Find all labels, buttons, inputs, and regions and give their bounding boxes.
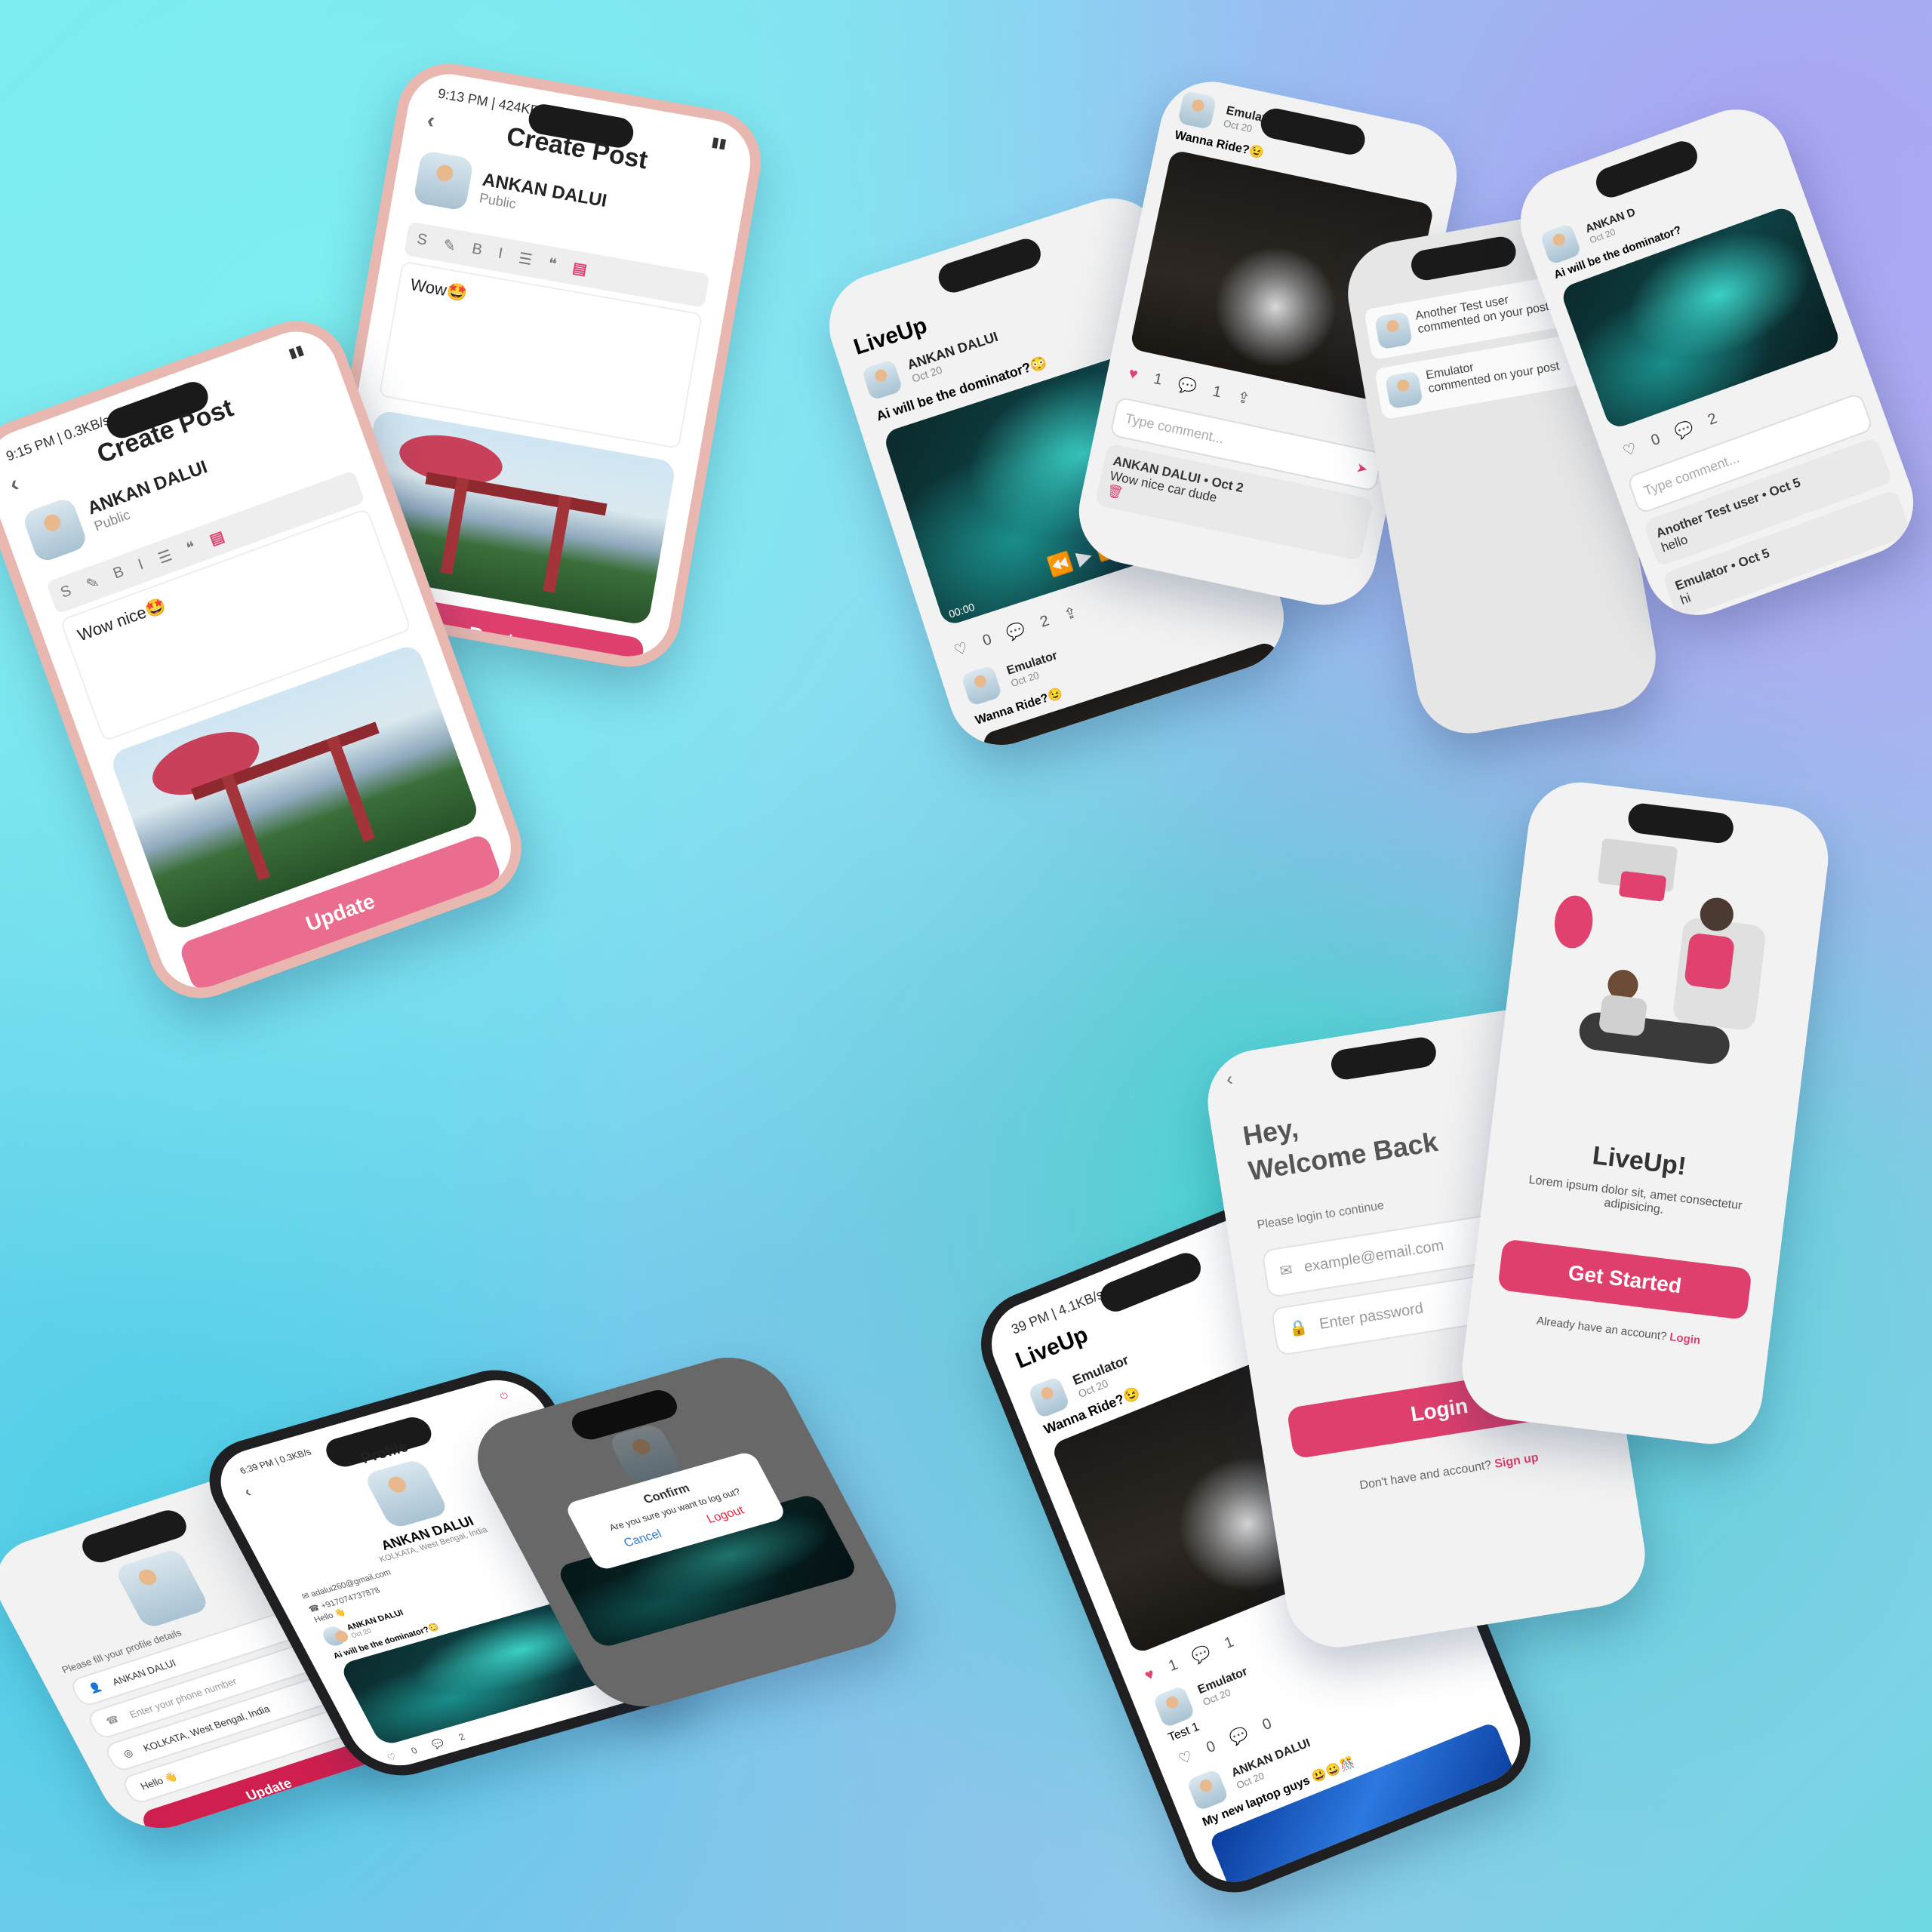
welcome-phone: LiveUp! Lorem ipsum dolor sit, amet cons… [1456,776,1835,1451]
like-count: 0 [980,631,994,650]
avatar [861,358,903,401]
profile-avatar[interactable] [113,1547,211,1630]
login-prompt: Already have an account? [1536,1314,1668,1343]
avatar [20,496,89,565]
avatar [1384,371,1423,410]
back-icon[interactable]: ‹ [425,108,437,134]
like-icon[interactable]: ♡ [386,1751,398,1763]
comment-icon[interactable]: 💬 [1177,375,1199,398]
like-icon[interactable]: ♥ [1127,365,1139,384]
color-icon[interactable]: ▤ [207,527,226,549]
avatar [1027,1376,1071,1420]
password-placeholder: Enter password [1318,1300,1425,1334]
get-started-button[interactable]: Get Started [1497,1238,1752,1321]
lock-icon: 🔒 [1287,1318,1309,1339]
login-link[interactable]: Login [1669,1331,1701,1347]
comment-count: 1 [1211,383,1223,401]
name-value: ANKAN DALUI [109,1657,178,1687]
strike-icon[interactable]: S [58,583,74,604]
like-icon[interactable]: ♡ [1176,1746,1195,1769]
avatar [961,664,1003,707]
cancel-button[interactable]: Cancel [622,1527,665,1550]
pen-icon[interactable]: ✎ [84,572,102,594]
bold-icon[interactable]: B [470,240,484,260]
email-placeholder: example@email.com [1303,1237,1445,1276]
send-icon[interactable]: ➤ [1355,460,1369,478]
strike-icon[interactable]: S [415,231,429,251]
list-icon[interactable]: ☰ [155,546,174,568]
avatar [413,149,475,211]
quote-icon[interactable]: ❝ [184,537,198,558]
quote-icon[interactable]: ❝ [546,254,558,273]
power-icon[interactable]: ⏻ [498,1390,510,1402]
avatar [1539,223,1583,266]
comment-icon[interactable]: 💬 [1189,1642,1214,1667]
italic-icon[interactable]: I [497,245,504,265]
like-icon[interactable]: ♡ [952,638,971,660]
post-text: Wow nice🤩 [75,595,168,645]
back-icon[interactable]: ‹ [242,1484,254,1501]
italic-icon[interactable]: I [136,556,146,575]
like-count: 0 [1204,1737,1218,1757]
location-icon: ◎ [121,1746,135,1760]
battery-icon: ▮▮ [286,341,306,361]
pen-icon[interactable]: ✎ [441,235,457,257]
mail-icon: ✉ [1278,1262,1294,1281]
like-count: 1 [1152,370,1164,389]
signup-link[interactable]: Sign up [1494,1451,1540,1471]
back-icon[interactable]: ‹ [6,471,22,497]
avatar [1152,1684,1196,1729]
list-icon[interactable]: ☰ [517,248,534,269]
comment-icon[interactable]: 💬 [1004,620,1028,643]
avatar [319,1624,349,1648]
comment-icon[interactable]: 💬 [1227,1724,1251,1749]
comment-count: 1 [1222,1633,1236,1653]
delete-icon[interactable]: 🗑 [1106,483,1124,500]
avatar [1374,311,1413,350]
comment-count: 0 [1260,1715,1275,1734]
battery-icon: ▮▮ [710,134,728,152]
phone-icon: ☎ [103,1712,122,1727]
color-icon[interactable]: ▤ [571,258,589,279]
share-icon[interactable]: ⇪ [1062,603,1080,625]
comment-icon[interactable]: 💬 [430,1737,446,1750]
like-count: 0 [409,1745,420,1756]
like-icon[interactable]: ♡ [1620,438,1639,461]
avatar [1177,90,1217,130]
bio-value: Hello 👋 [138,1770,180,1792]
comment-count: 2 [457,1731,467,1743]
comment-placeholder: Type comment... [1124,411,1226,447]
comment-count: 2 [1706,410,1720,429]
comment-count: 2 [1038,612,1051,631]
welcome-illustration [1527,810,1800,1109]
like-count: 0 [1648,430,1663,450]
user-icon: 👤 [86,1680,104,1695]
like-icon[interactable]: ♥ [1143,1666,1158,1685]
comment-icon[interactable]: 💬 [1672,418,1697,442]
like-count: 1 [1166,1656,1180,1675]
post-text: Wow🤩 [408,275,469,303]
profile-avatar [362,1458,450,1530]
bold-icon[interactable]: B [111,563,127,584]
share-icon[interactable]: ⇪ [1235,387,1252,408]
signup-prompt: Don't have and account? [1358,1458,1493,1492]
avatar [1186,1768,1229,1812]
logout-button[interactable]: Logout [705,1504,747,1527]
